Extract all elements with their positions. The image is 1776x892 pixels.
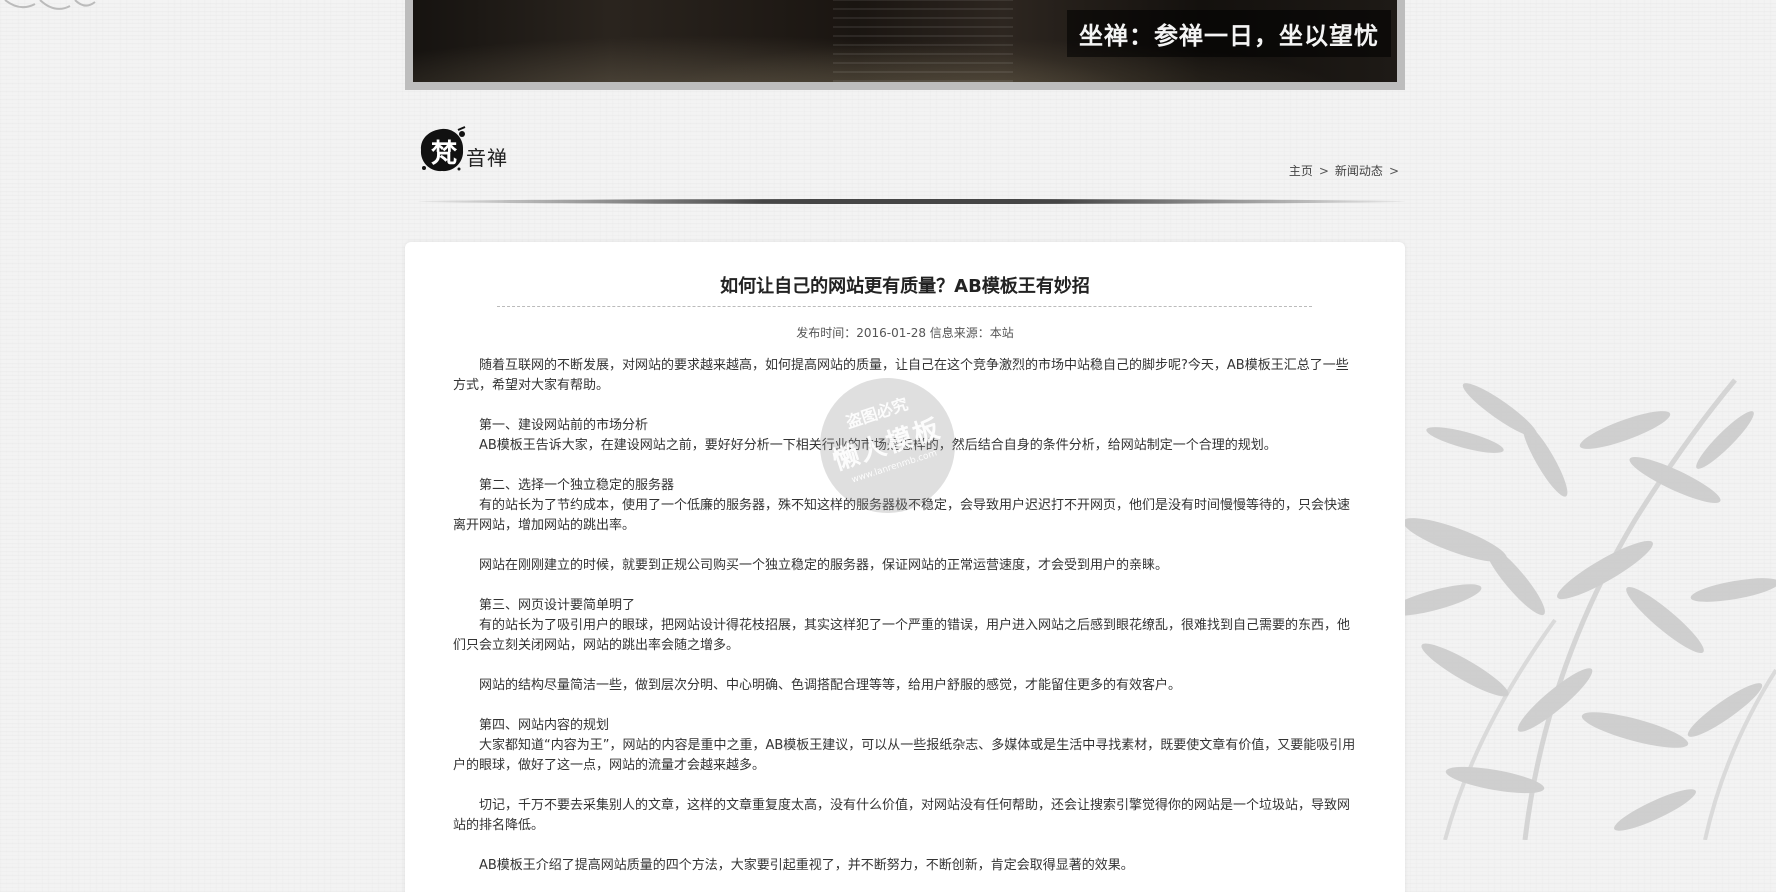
article-paragraph: 切记，千万不要去采集别人的文章，这样的文章重复度太高，没有什么价值，对网站没有任… [453,798,1351,833]
article-paragraph: 第三、网页设计要简单明了 [479,598,636,613]
brush-divider [418,199,1405,204]
breadcrumb-home[interactable]: 主页 [1289,164,1313,178]
bamboo-decoration [1405,378,1776,840]
article-paragraph: AB模板王介绍了提高网站质量的四个方法，大家要引起重视了，并不断努力，不断创新，… [479,858,1134,873]
article-paragraph: 第四、网站内容的规划 [479,718,610,733]
hero-banner: 坐禅：参禅一日，坐以望忧 [405,0,1405,90]
article-title: 如何让自己的网站更有质量？AB模板王有妙招 [720,276,1090,297]
article-meta: 发布时间：2016-01-28 信息来源：本站 [796,326,1014,340]
corner-ink-decoration [4,0,96,10]
banner-image: 坐禅：参禅一日，坐以望忧 [413,0,1397,82]
breadcrumb-separator: > [1318,164,1329,178]
site-logo[interactable]: 梵 音禅 [412,110,522,180]
breadcrumb-separator: > [1388,164,1399,178]
article-paragraph: 网站在刚刚建立的时候，就要到正规公司购买一个独立稳定的服务器，保证网站的正常运营… [479,558,1169,573]
breadcrumb-news[interactable]: 新闻动态 [1335,164,1383,178]
article-card: 如何让自己的网站更有质量？AB模板王有妙招 发布时间：2016-01-28 信息… [405,242,1405,892]
logo-char: 梵 [431,139,458,169]
article-paragraph: 大家都知道“内容为王”，网站的内容是重中之重，AB模板王建议，可以从一些报纸杂志… [453,738,1356,773]
title-divider [497,306,1312,307]
article-paragraph: 有的站长为了吸引用户的眼球，把网站设计得花枝招展，其实这样犯了一个严重的错误，用… [453,618,1351,653]
logo-text: 音禅 [466,146,508,170]
article-paragraph: 网站的结构尽量简洁一些，做到层次分明、中心明确、色调搭配合理等等，给用户舒服的感… [479,678,1182,693]
banner-caption: 坐禅：参禅一日，坐以望忧 [1067,10,1391,57]
breadcrumb: 主页 > 新闻动态 > [1289,162,1405,179]
